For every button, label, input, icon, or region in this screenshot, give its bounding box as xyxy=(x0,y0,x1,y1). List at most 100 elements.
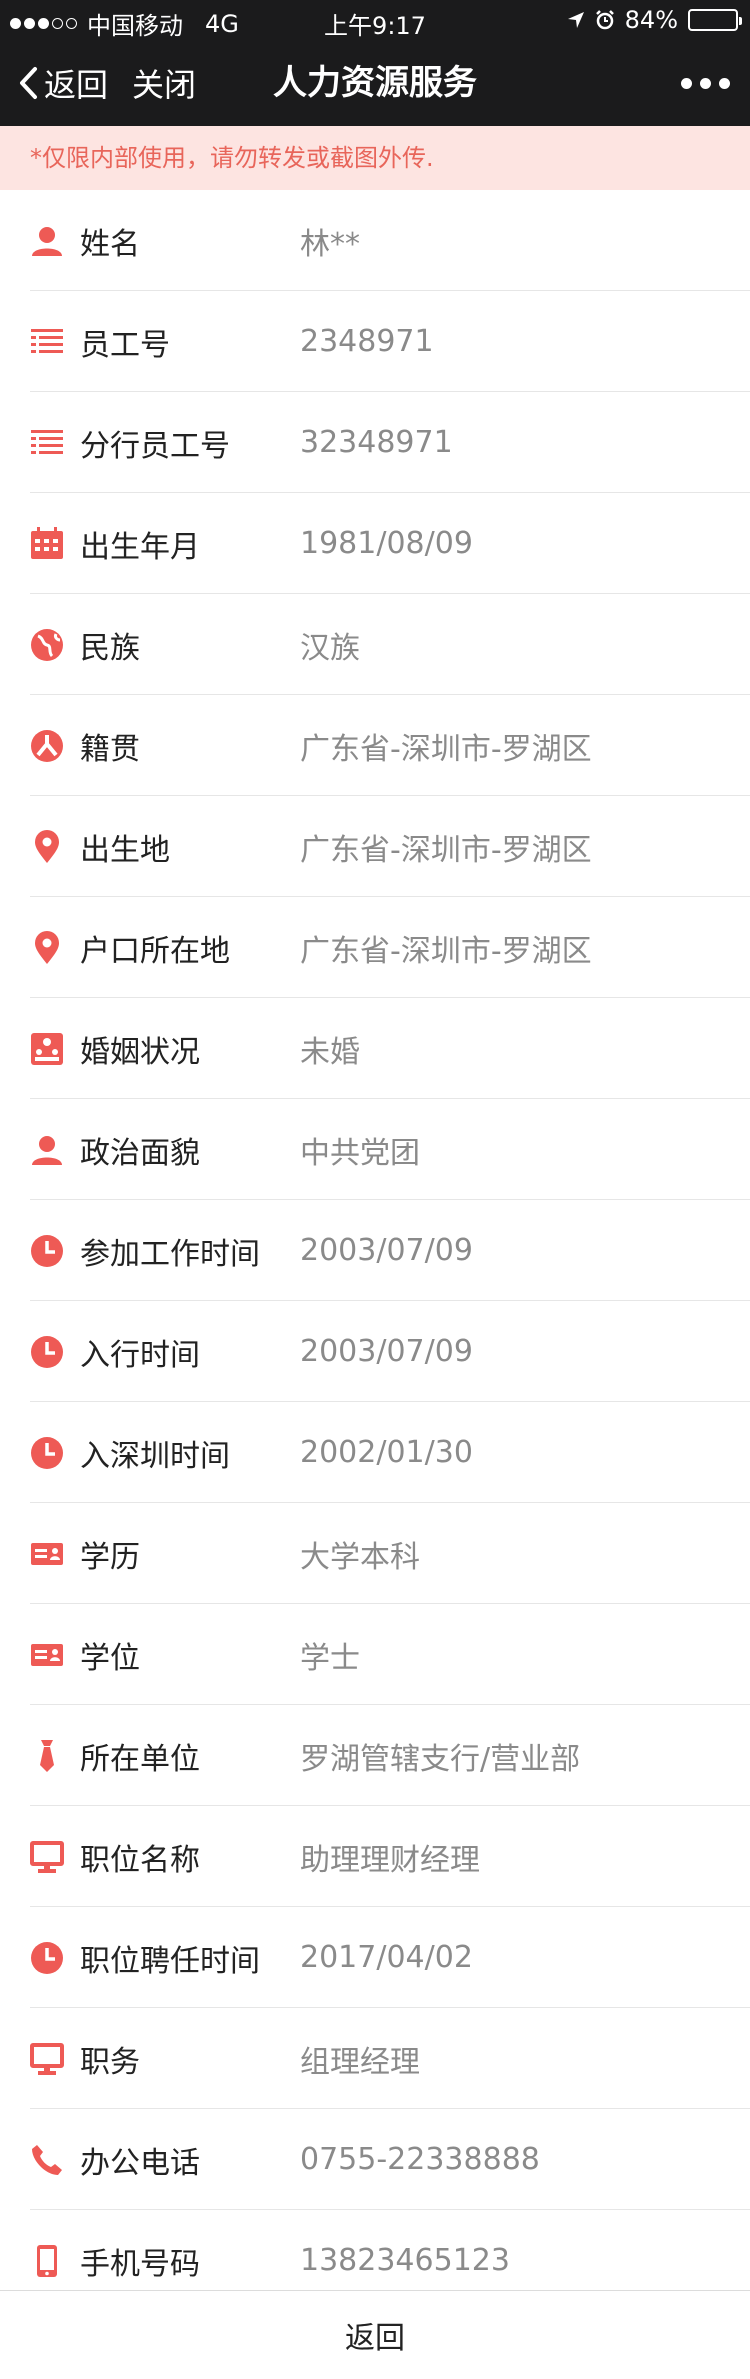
clock-icon xyxy=(30,1335,64,1369)
info-row: 政治面貌 中共党团 xyxy=(0,1099,750,1200)
info-value: 广东省-深圳市-罗湖区 xyxy=(300,731,592,767)
info-row: 学历 大学本科 xyxy=(0,1503,750,1604)
info-label: 婚姻状况 xyxy=(80,1034,200,1070)
status-right: 84% xyxy=(567,6,742,34)
info-value: 2348971 xyxy=(300,324,434,359)
info-label: 入深圳时间 xyxy=(80,1438,230,1474)
info-value: 1981/08/09 xyxy=(300,526,473,561)
info-label: 职位名称 xyxy=(80,1842,200,1878)
info-row: 出生地 广东省-深圳市-罗湖区 xyxy=(0,796,750,897)
info-row: 入行时间 2003/07/09 xyxy=(0,1301,750,1402)
calendar-icon xyxy=(30,527,64,561)
info-row: 姓名 林** xyxy=(0,190,750,291)
chevron-left-icon xyxy=(20,67,37,99)
info-value: 2003/07/09 xyxy=(300,1233,473,1268)
nav-back-label: 返回 xyxy=(44,66,109,104)
nav-close-label: 关闭 xyxy=(132,66,197,104)
footer-back-button[interactable]: 返回 xyxy=(0,2290,750,2379)
info-row: 员工号 2348971 xyxy=(0,291,750,392)
globe-icon xyxy=(30,628,64,662)
info-label: 手机号码 xyxy=(80,2246,200,2282)
info-value: 2003/07/09 xyxy=(300,1334,473,1369)
location-pin-icon xyxy=(30,830,64,864)
info-row: 籍贯 广东省-深圳市-罗湖区 xyxy=(0,695,750,796)
info-label: 学历 xyxy=(80,1539,140,1575)
info-row: 所在单位 罗湖管辖支行/营业部 xyxy=(0,1705,750,1806)
info-value: 中共党团 xyxy=(300,1135,420,1171)
alarm-clock-icon xyxy=(595,10,614,30)
clock-icon xyxy=(30,1436,64,1470)
info-row: 职务 组理经理 xyxy=(0,2008,750,2109)
location-pin-icon xyxy=(30,931,64,965)
info-row: 职位聘任时间 2017/04/02 xyxy=(0,1907,750,2008)
info-label: 参加工作时间 xyxy=(80,1236,260,1272)
tie-icon xyxy=(30,1739,64,1773)
info-value: 13823465123 xyxy=(300,2243,510,2278)
footer-back-label: 返回 xyxy=(345,2321,405,2356)
info-value: 大学本科 xyxy=(300,1539,420,1575)
monitor-icon xyxy=(30,1840,64,1874)
nav-bar: 返回 关闭 人力资源服务 xyxy=(0,40,750,126)
page-title: 人力资源服务 xyxy=(273,63,477,103)
info-value: 32348971 xyxy=(300,425,453,460)
info-label: 民族 xyxy=(80,630,140,666)
clock-icon xyxy=(30,1234,64,1268)
info-row: 办公电话 0755-22338888 xyxy=(0,2109,750,2210)
info-row: 婚姻状况 未婚 xyxy=(0,998,750,1099)
mobile-phone-icon xyxy=(30,2244,64,2278)
info-label: 出生地 xyxy=(80,832,170,868)
person-icon xyxy=(30,1133,64,1167)
nav-back-button[interactable]: 返回 xyxy=(18,40,108,126)
info-row: 分行员工号 32348971 xyxy=(0,392,750,493)
employee-info-list: 姓名 林** 员工号 2348971 分行员工号 32348971 出生年月 1981/08/… xyxy=(0,190,750,2311)
info-row: 参加工作时间 2003/07/09 xyxy=(0,1200,750,1301)
location-arrow-icon xyxy=(567,12,584,28)
id-list-icon xyxy=(30,325,64,359)
more-options-button[interactable] xyxy=(681,40,730,126)
confidential-notice: *仅限内部使用，请勿转发或截图外传. xyxy=(0,126,750,190)
info-value: 罗湖管辖支行/营业部 xyxy=(300,1741,581,1777)
id-card-icon xyxy=(30,1537,64,1571)
info-label: 户口所在地 xyxy=(80,933,230,969)
info-label: 所在单位 xyxy=(80,1741,200,1777)
info-label: 姓名 xyxy=(80,226,140,262)
info-label: 分行员工号 xyxy=(80,428,230,464)
info-value: 学士 xyxy=(300,1640,360,1676)
info-label: 出生年月 xyxy=(80,529,200,565)
info-value: 林** xyxy=(300,226,360,262)
id-card-icon xyxy=(30,1638,64,1672)
info-label: 职位聘任时间 xyxy=(80,1943,260,1979)
more-dots-icon xyxy=(681,77,692,89)
info-value: 2002/01/30 xyxy=(300,1435,473,1470)
ancestry-icon xyxy=(30,729,64,763)
clock-icon xyxy=(30,1941,64,1975)
monitor-icon xyxy=(30,2042,64,2076)
info-value: 组理经理 xyxy=(300,2044,420,2080)
info-value: 广东省-深圳市-罗湖区 xyxy=(300,832,592,868)
info-row: 入深圳时间 2002/01/30 xyxy=(0,1402,750,1503)
info-row: 户口所在地 广东省-深圳市-罗湖区 xyxy=(0,897,750,998)
info-label: 政治面貌 xyxy=(80,1135,200,1171)
person-icon xyxy=(30,224,64,258)
info-value: 0755-22338888 xyxy=(300,2142,540,2177)
phone-icon xyxy=(30,2143,64,2177)
info-label: 职务 xyxy=(80,2044,140,2080)
info-label: 籍贯 xyxy=(80,731,140,767)
info-label: 学位 xyxy=(80,1640,140,1676)
info-value: 助理理财经理 xyxy=(300,1842,480,1878)
info-row: 出生年月 1981/08/09 xyxy=(0,493,750,594)
info-value: 未婚 xyxy=(300,1034,360,1070)
info-row: 民族 汉族 xyxy=(0,594,750,695)
marriage-icon xyxy=(30,1032,64,1066)
nav-close-button[interactable]: 关闭 xyxy=(132,40,196,126)
info-value: 广东省-深圳市-罗湖区 xyxy=(300,933,592,969)
info-label: 员工号 xyxy=(80,327,170,363)
battery-icon xyxy=(688,9,742,31)
status-bar: 中国移动 4G 上午9:17 84% xyxy=(0,0,750,40)
battery-percent: 84% xyxy=(624,6,678,34)
info-value: 汉族 xyxy=(300,630,360,666)
info-label: 办公电话 xyxy=(80,2145,200,2181)
info-row: 学位 学士 xyxy=(0,1604,750,1705)
info-label: 入行时间 xyxy=(80,1337,200,1373)
info-row: 职位名称 助理理财经理 xyxy=(0,1806,750,1907)
